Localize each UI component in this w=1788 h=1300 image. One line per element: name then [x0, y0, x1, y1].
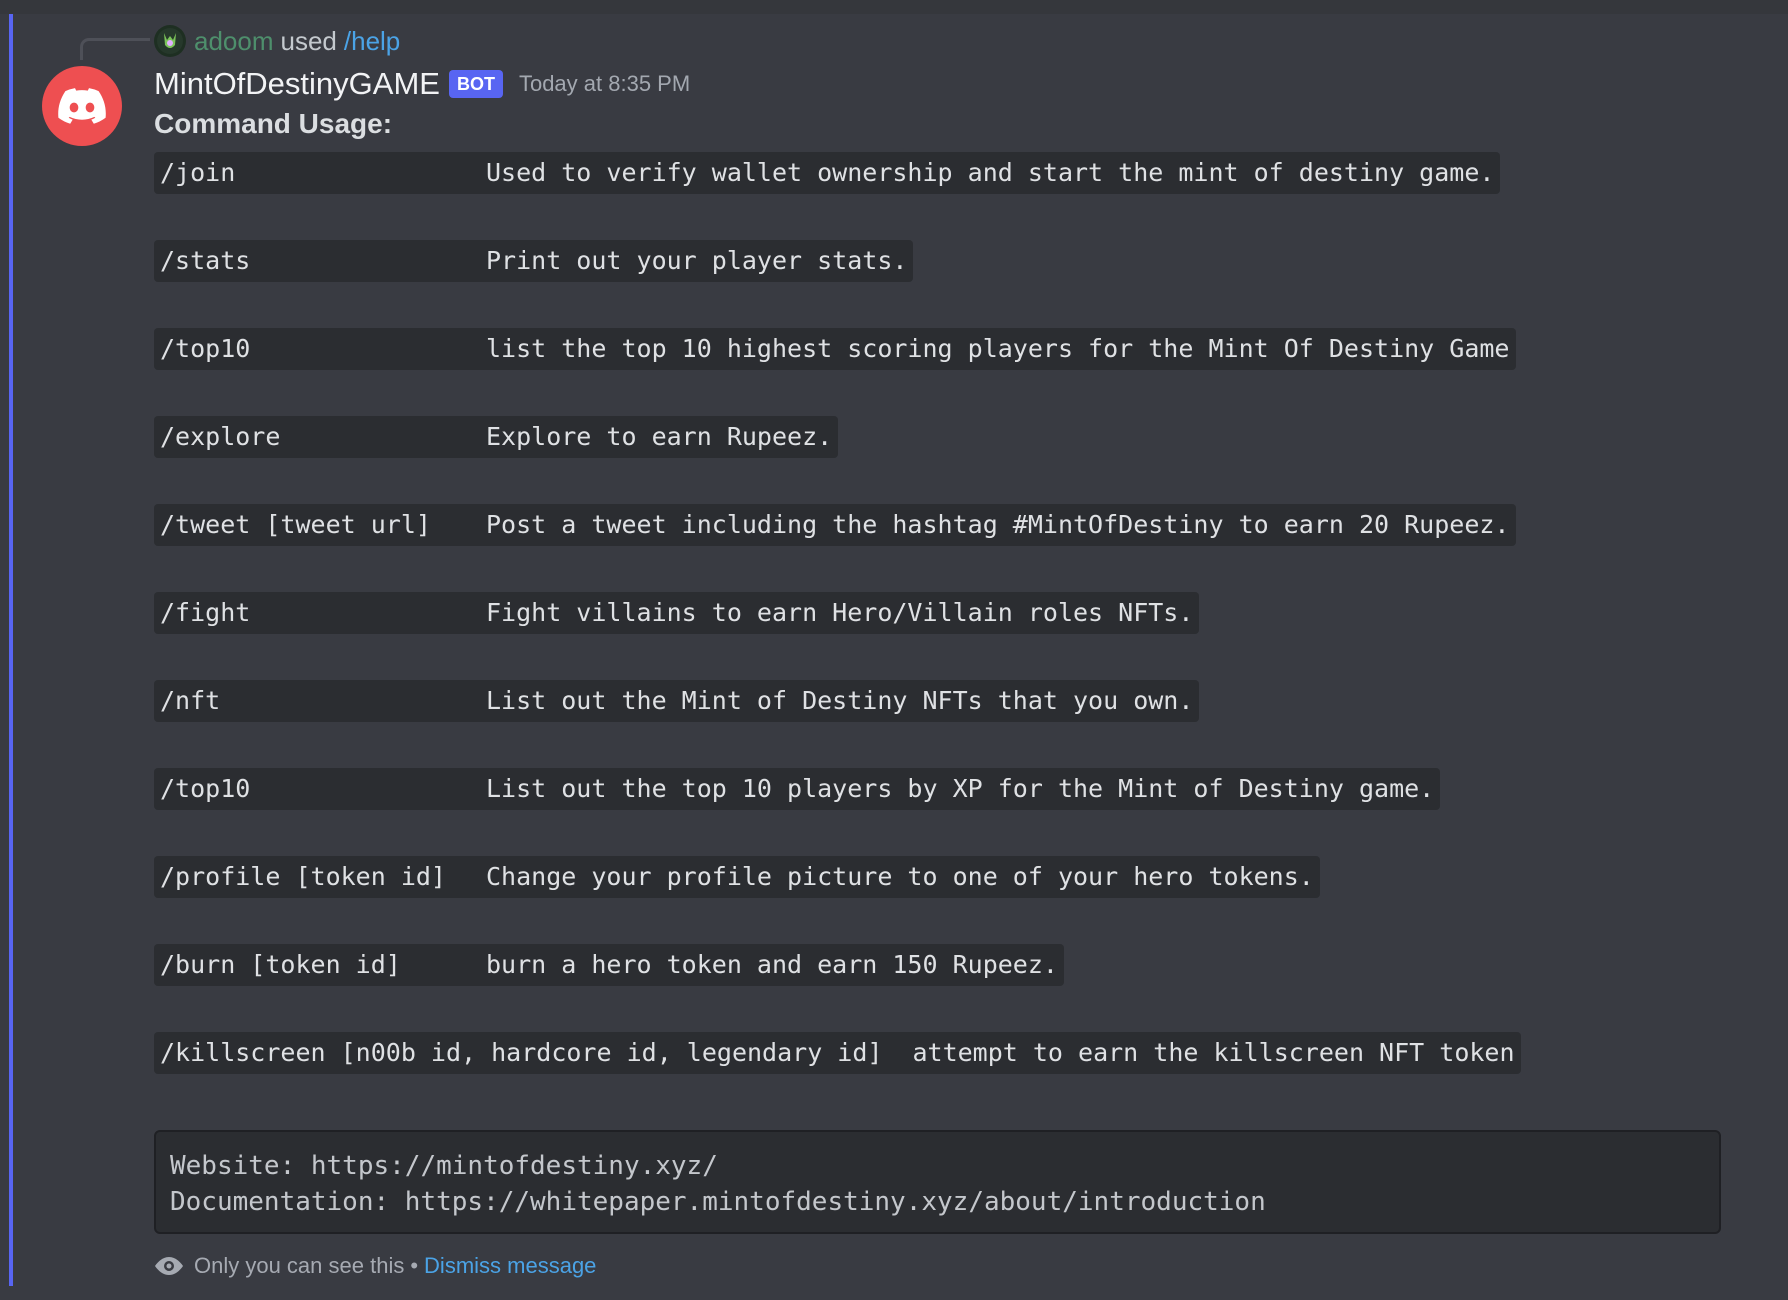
command-description: Used to verify wallet ownership and star… — [486, 158, 1495, 187]
command-row: /join Used to verify wallet ownership and… — [154, 152, 1501, 194]
ephemeral-text: Only you can see this — [194, 1253, 405, 1278]
command-description: attempt to earn the killscreen NFT token — [912, 1038, 1515, 1067]
separator-dot: • — [410, 1253, 419, 1278]
command-name: /tweet [tweet url] — [160, 510, 431, 539]
command-description: Fight villains to earn Hero/Villain role… — [486, 598, 1194, 627]
command-row: /stats Print out your player stats. — [154, 240, 914, 282]
command-row: /tweet [tweet url] Post a tweet including… — [154, 504, 1516, 546]
command-name: /killscreen [n00b id, hardcore id, legen… — [160, 1038, 883, 1067]
reply-context[interactable]: adoom used /help — [154, 20, 400, 62]
reply-command[interactable]: /help — [344, 26, 400, 57]
command-name: /join — [160, 158, 236, 187]
command-row: /top10 list the top 10 highest scoring pl… — [154, 328, 1516, 370]
command-row: /burn [token id] burn a hero token and ea… — [154, 944, 1064, 986]
command-row: /fight Fight villains to earn Hero/Villai… — [154, 592, 1200, 634]
command-description: Change your profile picture to one of yo… — [486, 862, 1314, 891]
ephemeral-notice: Only you can see this • Dismiss message — [154, 1246, 596, 1286]
command-description: Print out your player stats. — [486, 246, 908, 275]
discord-logo-icon[interactable] — [42, 66, 122, 146]
command-name: /nft — [160, 686, 221, 715]
command-name: /profile [token id] — [160, 862, 446, 891]
command-description: list the top 10 highest scoring players … — [486, 334, 1510, 363]
links-code-block: Website: https://mintofdestiny.xyz/ Docu… — [154, 1130, 1721, 1234]
command-name: /explore — [160, 422, 281, 451]
command-row: /profile [token id] Change your profile p… — [154, 856, 1320, 898]
command-row: /killscreen [n00b id, hardcore id, legen… — [154, 1032, 1521, 1074]
command-description: Explore to earn Rupeez. — [486, 422, 833, 451]
command-name: /fight — [160, 598, 251, 627]
command-description: List out the top 10 players by XP for th… — [486, 774, 1435, 803]
dismiss-message-link[interactable]: Dismiss message — [424, 1253, 596, 1279]
command-description: burn a hero token and earn 150 Rupeez. — [486, 950, 1058, 979]
command-name: /stats — [160, 246, 251, 275]
reply-username[interactable]: adoom — [194, 26, 274, 57]
command-name: /top10 — [160, 334, 251, 363]
command-usage-title: Command Usage: — [154, 108, 393, 139]
bot-badge: BOT — [448, 70, 503, 98]
website-line: Website: https://mintofdestiny.xyz/ — [170, 1151, 718, 1181]
timestamp[interactable]: Today at 8:35 PM — [519, 71, 690, 97]
command-row: /nft List out the Mint of Destiny NFTs th… — [154, 680, 1200, 722]
top-strip — [0, 0, 1788, 14]
user-avatar-icon[interactable] — [154, 25, 186, 57]
mention-highlight-bar — [9, 14, 13, 1286]
command-description: Post a tweet including the hashtag #Mint… — [486, 510, 1510, 539]
message: adoom used /help MintOfDestinyGAME BOT T… — [0, 14, 1788, 1300]
reply-connector — [80, 38, 150, 60]
command-name: /burn [token id] — [160, 950, 401, 979]
documentation-line: Documentation: https://whitepaper.mintof… — [170, 1187, 1266, 1217]
command-name: /top10 — [160, 774, 251, 803]
command-row: /top10 List out the top 10 players by XP … — [154, 768, 1441, 810]
command-row: /explore Explore to earn Rupeez. — [154, 416, 839, 458]
eye-icon — [155, 1257, 183, 1275]
command-description: List out the Mint of Destiny NFTs that y… — [486, 686, 1194, 715]
message-header: MintOfDestinyGAME BOT Today at 8:35 PM — [154, 61, 690, 107]
reply-used-text: used — [280, 25, 337, 56]
author-username[interactable]: MintOfDestinyGAME — [154, 66, 440, 102]
